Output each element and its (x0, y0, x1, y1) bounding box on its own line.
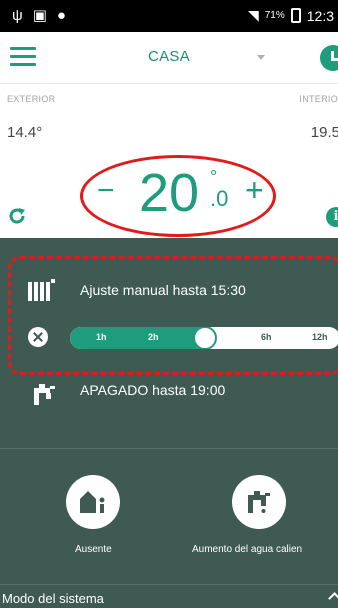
slider-tick-2h: 2h (148, 332, 159, 342)
override-duration-slider[interactable]: 1h 2h 6h 12h (70, 327, 338, 349)
away-house-icon (80, 491, 105, 513)
away-label: Ausente (75, 544, 112, 555)
exterior-temperature: 14.4° (7, 124, 43, 141)
highlight-dashed-box (8, 256, 338, 375)
setpoint-decimal: .0 (210, 186, 229, 211)
tap-boost-icon (248, 491, 270, 513)
usb-icon: ψ (12, 7, 23, 24)
system-mode-label: Modo del sistema (2, 591, 104, 606)
tap-icon (34, 384, 55, 405)
status-bar: ψ ▣ ● ◥ 71% 12:3 (0, 0, 338, 32)
divider (0, 448, 338, 449)
slider-fill (70, 327, 205, 349)
interior-temperature: 19.5 (310, 124, 338, 141)
slider-tick-12h: 12h (312, 332, 328, 342)
away-button[interactable] (66, 475, 120, 529)
hot-water-boost-button[interactable] (232, 475, 286, 529)
system-mode-bar[interactable]: Modo del sistema (0, 584, 338, 608)
exterior-label: EXTERIOR (7, 94, 56, 104)
setpoint-integer: 20 (139, 163, 200, 223)
slider-tick-6h: 6h (261, 332, 272, 342)
info-icon[interactable]: i (326, 207, 338, 227)
hot-water-status-text: APAGADO hasta 19:00 (80, 382, 226, 398)
battery-icon (290, 8, 301, 23)
slider-handle[interactable] (193, 327, 217, 349)
hot-water-boost-label: Aumento del agua calien (192, 544, 303, 555)
schedule-clock-icon[interactable] (320, 45, 338, 71)
setpoint-control: − 20 ° .0 + (80, 155, 276, 237)
control-panel: Ajuste manual hasta 15:30 1h 2h 6h 12h A… (0, 238, 338, 608)
chevron-up-icon[interactable] (328, 592, 338, 605)
manual-override-text: Ajuste manual hasta 15:30 (80, 282, 246, 298)
slider-tick-1h: 1h (96, 332, 107, 342)
setpoint-degree: ° (210, 167, 218, 187)
interior-label: INTERIO (299, 94, 338, 104)
app-header: CASA (0, 32, 338, 84)
refresh-icon[interactable] (7, 206, 27, 226)
spotify-icon: ● (56, 7, 66, 24)
cancel-override-icon[interactable] (28, 327, 48, 347)
thermostat-header-area: CASA EXTERIOR INTERIO 14.4° 19.5 − 20 ° … (0, 32, 338, 238)
page-title[interactable]: CASA (0, 48, 338, 65)
decrease-temperature-button[interactable]: − (97, 173, 115, 209)
chevron-down-icon[interactable] (257, 55, 265, 60)
image-icon: ▣ (32, 7, 47, 24)
battery-percent: 71% (264, 10, 285, 21)
wifi-icon: ◥ (247, 7, 259, 23)
increase-temperature-button[interactable]: + (245, 172, 264, 208)
status-time: 12:3 (306, 7, 334, 24)
